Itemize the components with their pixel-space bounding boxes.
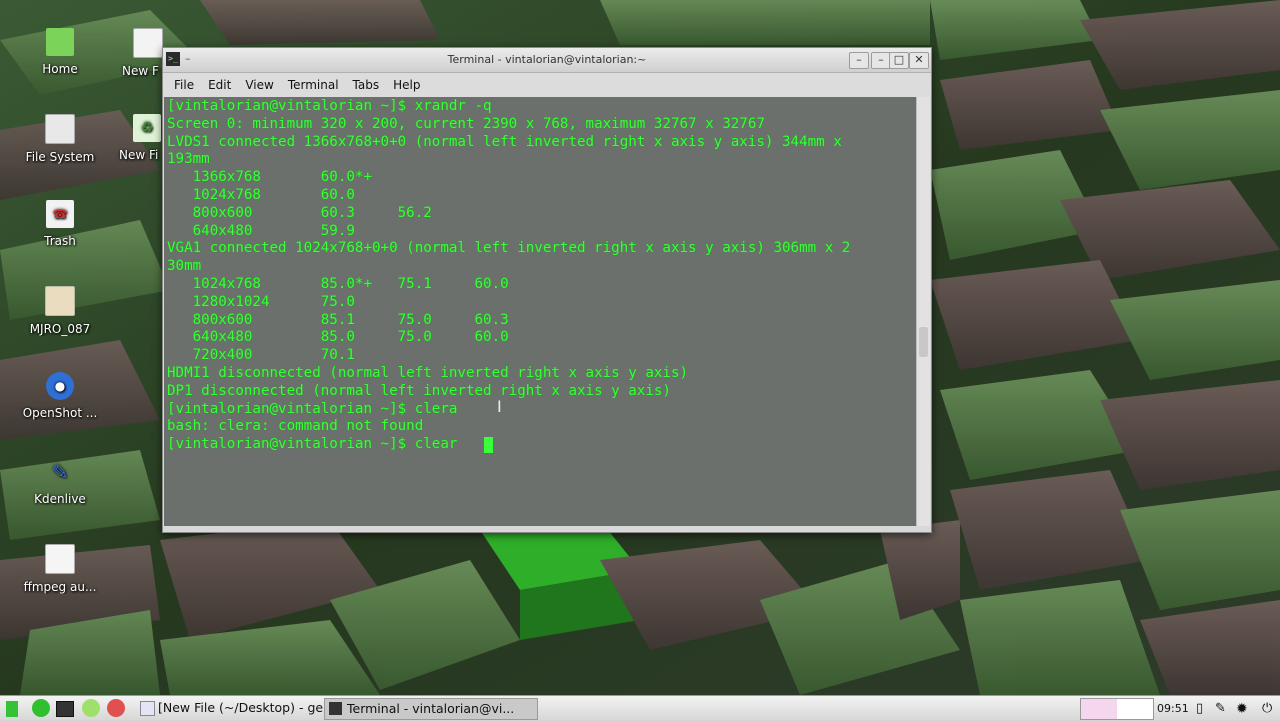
kdenlive-icon: ✎ [51, 460, 69, 484]
terminal-line: 800x600 60.3 56.2 [167, 204, 432, 221]
terminal-line: 720x400 70.1 [167, 347, 355, 364]
desktop-icon-new-file-1[interactable]: New F [99, 28, 163, 78]
task-terminal[interactable]: Terminal - vintalorian@vi... [324, 698, 538, 720]
terminal-line: 30mm [167, 258, 202, 275]
desktop-icon-label: File System [25, 150, 95, 164]
recycle-icon: ♻ [133, 114, 161, 142]
app-menu-icon[interactable] [4, 698, 22, 719]
menu-terminal[interactable]: Terminal [281, 78, 346, 92]
terminal-line: LVDS1 connected 1366x768+0+0 (normal lef… [167, 133, 842, 150]
maximize-icon[interactable]: □ [889, 52, 909, 69]
terminal-cursor [484, 437, 493, 453]
desktop-icon-label: ffmpeg au... [23, 580, 97, 594]
terminal-line: Screen 0: minimum 320 x 200, current 239… [167, 115, 765, 132]
terminal-line: 1024x768 60.0 [167, 187, 355, 203]
minimize-button[interactable]: – [871, 52, 891, 69]
power-icon[interactable]: ⏻ [1262, 698, 1272, 719]
terminal-line: DP1 disconnected (normal left inverted r… [167, 382, 671, 399]
close-icon[interactable]: ✕ [909, 52, 929, 69]
terminal-line: VGA1 connected 1024x768+0+0 (normal left… [167, 240, 851, 257]
terminal-line: 800x600 85.1 75.0 60.3 [167, 311, 509, 328]
terminal-line: 1366x768 60.0*+ [167, 169, 372, 186]
menu-file[interactable]: File [167, 78, 201, 92]
taskbar: [New File (~/Desktop) - ge... Terminal -… [0, 695, 1280, 721]
desktop-icon-label: OpenShot ... [22, 406, 98, 420]
terminal-scrollbar[interactable] [916, 97, 930, 526]
desktop-icon-label: Home [42, 62, 78, 76]
terminal-window[interactable]: >_ – Terminal - vintalorian@vintalorian:… [162, 47, 932, 533]
image-file-icon [45, 286, 75, 316]
terminal-menubar: File Edit View Terminal Tabs Help [163, 73, 931, 97]
terminal-line: 1280x1024 75.0 [167, 293, 355, 310]
terminal-launcher-icon[interactable] [56, 698, 74, 719]
workspace-switcher[interactable] [1080, 698, 1154, 720]
terminal-line: HDMI1 disconnected (normal left inverted… [167, 365, 689, 381]
green-orb-icon[interactable] [82, 699, 100, 717]
task-label: [New File (~/Desktop) - ge... [158, 700, 335, 715]
text-editor-icon [140, 701, 155, 716]
task-new-file[interactable]: [New File (~/Desktop) - ge... [136, 698, 344, 718]
terminal-prompt-line: [vintalorian@vintalorian ~]$ clear [167, 436, 458, 453]
menu-view[interactable]: View [238, 78, 280, 92]
brush-icon[interactable]: ✎ [1215, 698, 1226, 719]
text-cursor-icon: I [497, 397, 502, 416]
desktop-icon-mjro[interactable]: MJRO_087 [12, 286, 108, 336]
menu-help[interactable]: Help [386, 78, 427, 92]
terminal-line: 640x480 59.9 [167, 222, 355, 239]
drive-icon [45, 114, 75, 144]
desktop-icon-kdenlive[interactable]: ✎ Kdenlive [12, 458, 108, 506]
openshot-icon: ● [46, 372, 74, 400]
red-orb-icon[interactable] [107, 699, 125, 717]
settings-icon[interactable]: ✹ [1236, 698, 1248, 719]
desktop-icon-label: Kdenlive [34, 492, 86, 506]
terminal-icon [329, 702, 342, 715]
terminal-line: [vintalorian@vintalorian ~]$ xrandr -q [167, 98, 492, 114]
desktop-icon-new-file-2[interactable]: ♻ New Fi [99, 114, 161, 162]
desktop-icon-home[interactable]: Home [12, 28, 108, 76]
terminal-line: 640x480 85.0 75.0 60.0 [167, 329, 509, 346]
terminal-titlebar[interactable]: >_ – Terminal - vintalorian@vintalorian:… [163, 48, 931, 73]
menu-edit[interactable]: Edit [201, 78, 238, 92]
terminal-line: [vintalorian@vintalorian ~]$ clera [167, 400, 458, 417]
desktop-icon-label: MJRO_087 [29, 322, 91, 336]
terminal-line: 193mm [167, 151, 210, 168]
desktop-icon-ffmpeg[interactable]: ffmpeg au... [12, 544, 108, 594]
task-label: Terminal - vintalorian@vi... [347, 701, 515, 716]
terminal-line: 1024x768 85.0*+ 75.1 60.0 [167, 276, 509, 292]
desktop-icon-label: New Fi [119, 148, 159, 162]
minimize-icon[interactable]: – [849, 52, 869, 69]
folder-icon [46, 28, 74, 56]
update-icon[interactable] [32, 699, 50, 717]
desktop-icon-file-system[interactable]: File System [12, 114, 108, 164]
window-title: Terminal - vintalorian@vintalorian:~ [447, 53, 647, 66]
clock[interactable]: 09:51 [1157, 698, 1189, 719]
menu-tabs[interactable]: Tabs [346, 78, 387, 92]
phone-icon[interactable]: ▯ [1196, 698, 1203, 719]
trash-icon: ☎ [46, 200, 74, 228]
text-file-icon [133, 28, 163, 58]
desktop-icon-label: New F [122, 64, 159, 78]
desktop-icon-trash[interactable]: ☎ Trash [12, 200, 108, 248]
text-file-icon [45, 544, 75, 574]
desktop-icon-label: Trash [44, 234, 76, 248]
terminal-output[interactable]: [vintalorian@vintalorian ~]$ xrandr -q S… [164, 97, 916, 526]
terminal-line: bash: clera: command not found [167, 418, 424, 435]
scrollbar-thumb[interactable] [919, 327, 928, 357]
desktop-icon-openshot[interactable]: ● OpenShot ... [12, 372, 108, 420]
